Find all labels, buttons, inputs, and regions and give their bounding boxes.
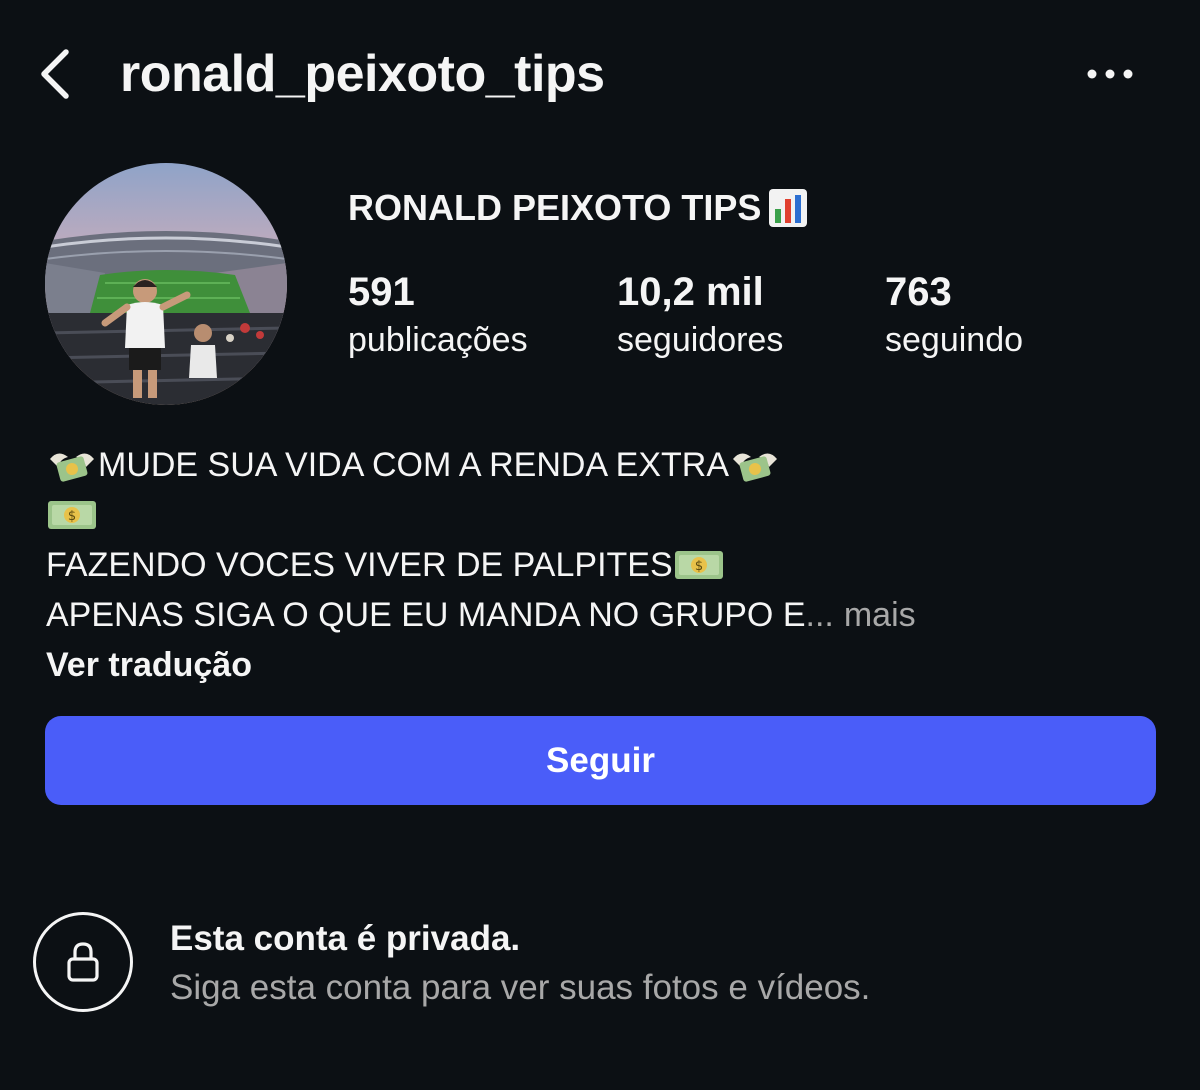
bio-more-link[interactable]: mais [844,590,916,640]
avatar-image [45,163,287,405]
profile-bio: MUDE SUA VIDA COM A RENDA EXTRA $ FAZEND… [46,440,916,690]
money-with-wings-emoji [733,453,778,482]
dollar-banknote-emoji: $ [674,551,723,579]
svg-text:$: $ [68,509,76,524]
bar-chart-emoji [769,189,808,227]
money-with-wings-emoji [50,453,94,482]
chevron-left-icon [41,49,69,99]
profile-username: ronald_peixoto_tips [120,45,605,103]
more-horizontal-icon [1087,69,1133,79]
bio-ellipsis: ... [805,596,834,634]
top-bar: ronald_peixoto_tips [0,0,1200,150]
more-options-button[interactable] [1080,52,1140,96]
private-account-subtitle: Siga esta conta para ver suas fotos e ví… [170,968,871,1007]
stat-followers[interactable]: 10,2 mil seguidores [617,268,783,364]
stat-label: publicações [348,321,528,359]
stat-value: 763 [885,270,952,314]
stat-label: seguidores [617,321,784,359]
bio-line: APENAS SIGA O QUE EU MANDA NO GRUPO E...… [46,590,916,640]
bio-line: MUDE SUA VIDA COM A RENDA EXTRA [46,440,916,490]
bio-line: FAZENDO VOCES VIVER DE PALPITES $ [46,540,916,590]
back-button[interactable] [30,42,80,106]
display-name: RONALD PEIXOTO TIPS [348,186,809,230]
stat-label: seguindo [885,321,1024,359]
lock-badge [33,912,133,1012]
stat-value: 10,2 mil [617,270,764,314]
see-translation-link[interactable]: Ver tradução [46,640,916,690]
display-name-text: RONALD PEIXOTO TIPS [348,187,762,228]
dollar-banknote-emoji: $ [48,501,96,529]
stat-publications[interactable]: 591 publicações [348,268,528,364]
bio-text-line4: APENAS SIGA O QUE EU MANDA NO GRUPO E [46,596,806,634]
stat-following[interactable]: 763 seguindo [885,268,1023,364]
bio-line: $ [46,490,916,540]
profile-avatar[interactable] [45,163,287,405]
follow-button[interactable]: Seguir [45,716,1156,805]
svg-text:$: $ [695,559,703,574]
private-account-title: Esta conta é privada. [170,919,521,958]
bio-text-line3: FAZENDO VOCES VIVER DE PALPITES [46,546,673,584]
lock-icon [67,942,99,982]
bio-text-line1: MUDE SUA VIDA COM A RENDA EXTRA [98,446,730,484]
stat-value: 591 [348,270,415,314]
